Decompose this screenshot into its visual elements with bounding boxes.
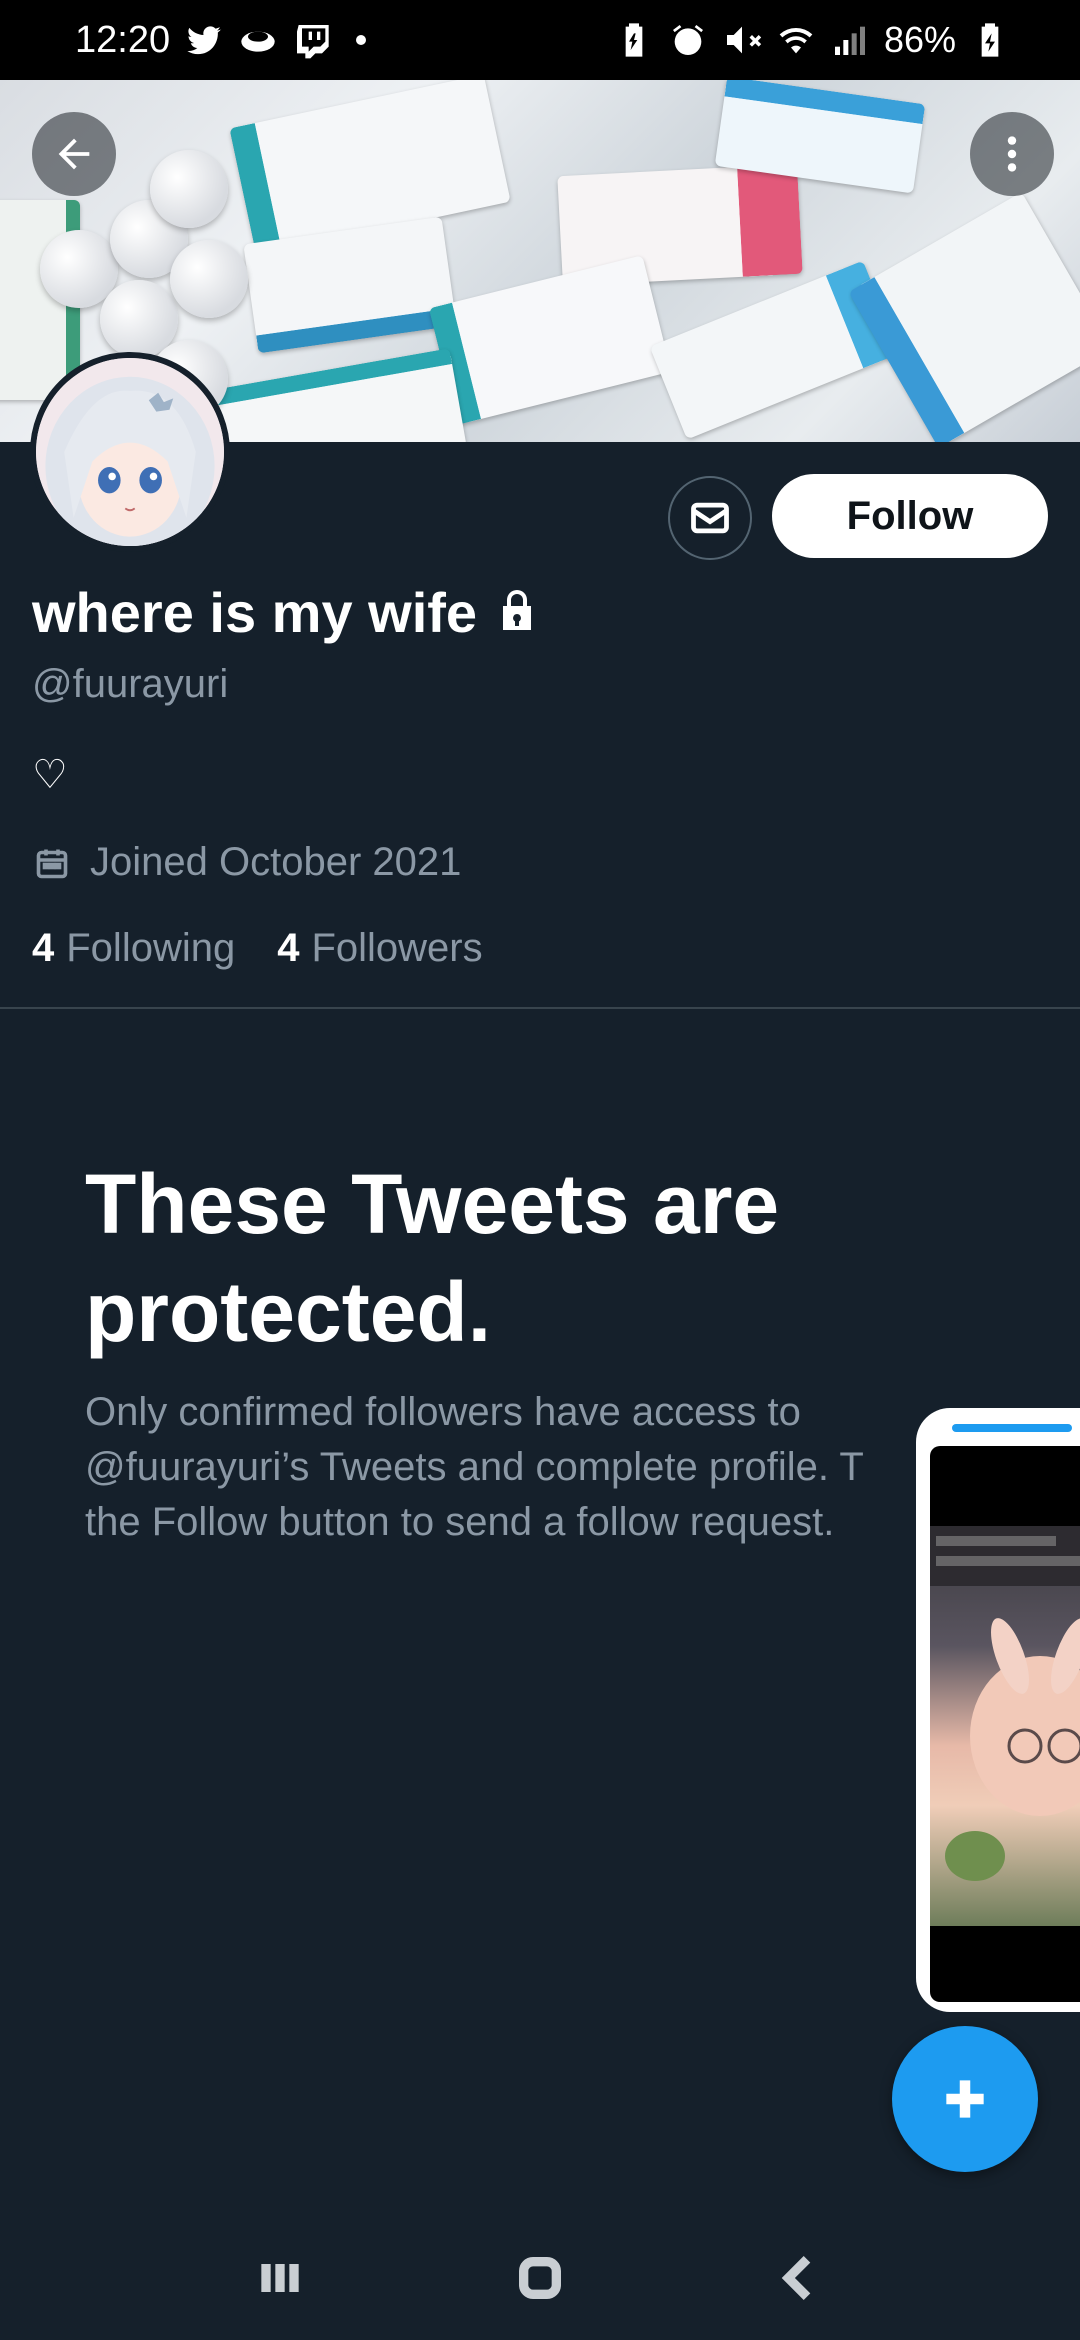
banner-medicine-box <box>193 348 467 442</box>
banner-pill-bottle <box>170 240 248 318</box>
twitch-icon <box>292 20 332 60</box>
profile-bio: ♡ <box>32 753 68 797</box>
envelope-icon <box>691 502 729 534</box>
signal-icon <box>830 20 870 60</box>
system-nav-bar <box>0 2220 1080 2340</box>
battery-percent: 86% <box>883 19 956 60</box>
recent-apps-button[interactable] <box>252 2250 308 2311</box>
pip-video-screen <box>930 1446 1080 2002</box>
pip-video-frame <box>930 1526 1080 1926</box>
status-bar: 12:20 86% <box>0 0 1080 80</box>
banner-medicine-box <box>848 192 1080 442</box>
following-count: 4 <box>32 926 55 970</box>
avatar[interactable] <box>30 352 230 552</box>
banner-pill-bottle <box>150 150 228 228</box>
plus-icon <box>946 2080 984 2118</box>
pip-video-image <box>930 1526 1080 1881</box>
home-icon <box>519 2256 561 2299</box>
profile-handle: @fuurayuri <box>32 662 229 706</box>
more-vertical-icon <box>1007 136 1017 172</box>
protected-title: These Tweets are protected. <box>85 1157 780 1359</box>
followers-count: 4 <box>277 926 300 970</box>
alarm-icon <box>668 20 708 60</box>
twitter-icon <box>184 20 224 60</box>
calendar-icon <box>36 849 68 878</box>
joined-text: Joined October 2021 <box>90 840 462 884</box>
avatar-anime-girl-image <box>36 358 224 546</box>
arrow-left-icon <box>58 138 90 170</box>
joined-date: Joined October 2021 <box>34 840 461 885</box>
followers-link[interactable]: 4 Followers <box>277 926 482 971</box>
following-link[interactable]: 4 Following <box>32 926 235 971</box>
status-time: 12:20 <box>75 18 171 61</box>
follow-counts: 4 Following 4 Followers <box>32 926 483 971</box>
compose-tweet-button[interactable] <box>892 2026 1038 2172</box>
chevron-left-icon <box>781 2255 811 2300</box>
home-button[interactable] <box>512 2250 568 2311</box>
divider <box>0 1007 1080 1009</box>
status-right: 86% <box>614 19 1010 61</box>
pip-drag-handle[interactable] <box>952 1424 1072 1432</box>
notification-dot <box>356 35 367 45</box>
cloud-app-icon <box>238 20 278 60</box>
lock-icon <box>497 580 537 645</box>
display-name-row: where is my wife <box>32 580 537 645</box>
followers-label: Followers <box>311 926 483 970</box>
back-button[interactable] <box>32 112 116 196</box>
banner-medicine-box <box>428 255 672 425</box>
message-button[interactable] <box>668 476 752 560</box>
following-label: Following <box>66 926 236 970</box>
back-nav-button[interactable] <box>772 2250 828 2311</box>
wifi-icon <box>776 20 816 60</box>
battery-saver-icon <box>614 20 654 60</box>
recent-apps-icon <box>261 2263 299 2292</box>
status-left: 12:20 <box>75 18 367 62</box>
display-name: where is my wife <box>32 581 478 644</box>
follow-button[interactable]: Follow <box>772 474 1048 558</box>
more-options-button[interactable] <box>970 112 1054 196</box>
mute-icon <box>722 20 762 60</box>
pip-video-window[interactable] <box>916 1408 1080 2012</box>
battery-charging-icon <box>970 20 1010 60</box>
